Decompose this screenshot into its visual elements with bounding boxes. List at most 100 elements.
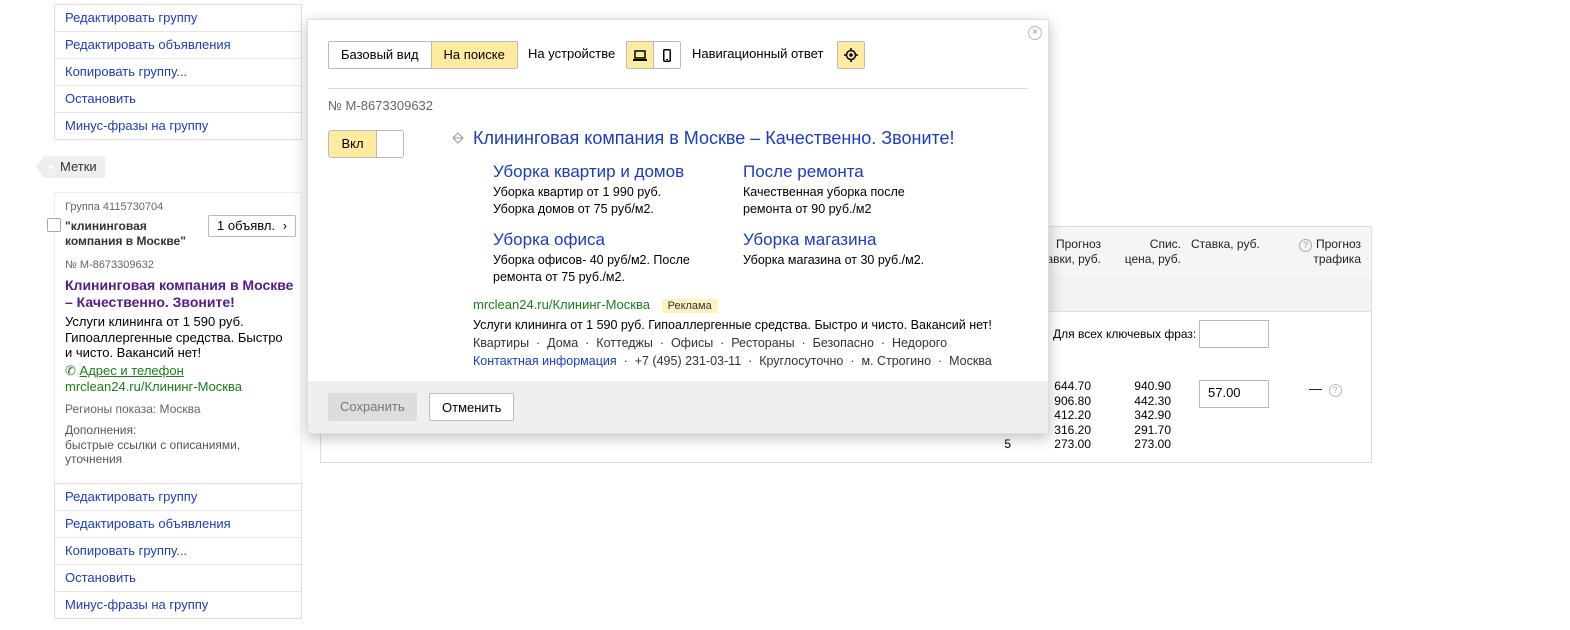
favicon-icon — [452, 132, 464, 144]
sitelink-desc-line: ремонта от 75 руб./м2. — [493, 270, 625, 284]
all-phrases-label: Для всех ключевых фраз: — [1053, 327, 1197, 341]
nav-answer-option[interactable] — [838, 42, 864, 68]
sitelink-title[interactable]: Уборка офиса — [493, 230, 605, 250]
ad-text-line3: и чисто. Вакансий нет! — [65, 345, 202, 360]
sitelink-desc: Уборка квартир от 1 990 руб. Уборка домо… — [493, 184, 718, 218]
group-id: Группа 4115730704 — [65, 201, 164, 213]
divider — [328, 88, 1028, 89]
extras-line1: быстрые ссылки с описаниями, — [65, 437, 241, 452]
menu-copy-group[interactable]: Копировать группу... — [55, 59, 301, 86]
menu-copy-group[interactable]: Копировать группу... — [55, 538, 301, 565]
address-link[interactable]: Адрес и телефон — [80, 363, 184, 378]
display-url[interactable]: mrclean24.ru/Клининг-Москва — [65, 379, 242, 394]
col-traffic-l2: трафика — [1313, 252, 1361, 266]
ad-text-line1: Услуги клининга от 1 590 руб. — [65, 314, 244, 329]
sitelink-desc-line: Уборка магазина от 30 руб./м2. — [743, 253, 925, 267]
menu-edit-ads[interactable]: Редактировать объявления — [55, 32, 301, 59]
ad-title[interactable]: Клининговая компания в Москве – Качестве… — [65, 277, 293, 311]
address-row: ✆ Адрес и телефон — [65, 363, 184, 379]
callouts-row: Квартиры · Дома · Коттеджы · Офисы · Рес… — [473, 336, 948, 350]
working-hours: Круглосуточно — [759, 354, 844, 368]
sitelink-title[interactable]: После ремонта — [743, 162, 864, 182]
phone-icon: ✆ — [65, 363, 76, 378]
tags-button[interactable]: Метки — [36, 156, 105, 178]
help-icon[interactable]: ? — [1298, 239, 1312, 252]
preview-ad-text: Услуги клининга от 1 590 руб. Гипоаллерг… — [473, 318, 992, 332]
preview-display-url[interactable]: mrclean24.ru/Клининг-Москва — [473, 297, 650, 312]
location-target-icon — [844, 48, 858, 62]
list-cell: 342.90 — [1134, 408, 1171, 422]
ad-on-toggle[interactable]: Вкл — [328, 130, 404, 158]
sitelink-title[interactable]: Уборка магазина — [743, 230, 876, 250]
sitelink-desc-line: Уборка домов от 75 руб/м2. — [493, 202, 654, 216]
sitelink-title[interactable]: Уборка квартир и домов — [493, 162, 684, 182]
menu-minus-phrases[interactable]: Минус-фразы на группу — [55, 592, 301, 618]
ad-title-line1: Клининговая компания в Москве — [65, 277, 294, 293]
view-mode-switch: Базовый вид На поиске — [328, 41, 518, 69]
callout: Недорого — [891, 336, 948, 350]
contact-info-link[interactable]: Контактная информация — [473, 354, 617, 368]
ad-number: № M-8673309632 — [65, 259, 154, 271]
ad-preview-popup: × Базовый вид На поиске На устройстве На… — [307, 19, 1049, 434]
group-actions-menu-bottom: Редактировать группу Редактировать объяв… — [54, 483, 302, 619]
desktop-option[interactable] — [627, 42, 653, 68]
extras-label: Дополнения: — [65, 423, 137, 437]
sitelink-desc: Уборка офисов- 40 руб/м2. После ремонта … — [493, 252, 718, 286]
help-icon[interactable]: ? — [1328, 384, 1342, 397]
nav-answer-toggle — [837, 41, 865, 69]
preview-ad-number: № M-8673309632 — [328, 98, 434, 113]
menu-edit-group[interactable]: Редактировать группу — [55, 484, 301, 511]
chevron-right-icon: › — [282, 218, 288, 233]
tag-hole-icon — [49, 165, 53, 169]
menu-stop[interactable]: Остановить — [55, 565, 301, 592]
ads-count-label: 1 объявл. — [217, 218, 276, 233]
laptop-icon — [633, 49, 647, 61]
toggle-on-label: Вкл — [329, 131, 376, 157]
phone-number: +7 (495) 231-03-11 — [634, 354, 742, 368]
group-checkbox[interactable] — [47, 218, 61, 232]
ad-text: Услуги клининга от 1 590 руб. Гипоаллерг… — [65, 314, 283, 361]
group-name-line2: компания в Москве" — [65, 234, 186, 248]
tags-label: Метки — [60, 159, 97, 174]
bid-input[interactable]: 57.00 — [1199, 380, 1269, 408]
sitelink-desc-line: Уборка офисов- 40 руб/м2. После — [493, 253, 690, 267]
callout: Рестораны — [731, 336, 795, 350]
callout: Офисы — [670, 336, 714, 350]
menu-edit-ads[interactable]: Редактировать объявления — [55, 511, 301, 538]
list-cell: 940.90 — [1134, 379, 1171, 393]
mobile-option[interactable] — [653, 42, 680, 68]
list-cell: 442.30 — [1134, 393, 1171, 408]
menu-stop[interactable]: Остановить — [55, 86, 301, 113]
callout: Коттеджы — [596, 336, 653, 350]
nav-answer-label: Навигационный ответ — [692, 46, 824, 61]
menu-edit-group[interactable]: Редактировать группу — [55, 5, 301, 32]
col-list-header: Спис. цена, руб. — [1101, 237, 1181, 267]
sitelink-desc-line: Уборка квартир от 1 990 руб. — [493, 185, 662, 199]
ads-count-button[interactable]: 1 объявл. › — [208, 215, 297, 237]
view-search-option[interactable]: На поиске — [430, 42, 517, 68]
col-traffic-header: ? Прогноз трафика — [1293, 237, 1361, 267]
group-actions-menu-top: Редактировать группу Редактировать объяв… — [54, 4, 302, 140]
col-list-l1: Спис. — [1149, 237, 1181, 251]
ad-text-line2: Гипоаллергенные средства. Быстро — [65, 329, 283, 345]
callout: Дома — [547, 336, 579, 350]
all-phrases-bid-input[interactable] — [1199, 320, 1269, 348]
col-bid-header: Ставка, руб. — [1191, 237, 1260, 251]
col-traffic-l1: Прогноз — [1315, 237, 1361, 251]
city: Москва — [949, 354, 992, 368]
sitelink-desc-line: Качественная уборка после — [743, 185, 905, 199]
menu-minus-phrases[interactable]: Минус-фразы на группу — [55, 113, 301, 139]
contact-row: Контактная информация · +7 (495) 231-03-… — [473, 354, 992, 368]
sitelink-desc: Уборка магазина от 30 руб./м2. — [743, 252, 968, 269]
close-icon[interactable]: × — [1028, 26, 1042, 40]
cancel-button[interactable]: Отменить — [429, 393, 515, 421]
popup-footer: Сохранить Отменить — [308, 381, 1048, 433]
col-list-l2: цена, руб. — [1124, 252, 1181, 266]
forecast-cell: 273.00 — [1054, 437, 1091, 451]
group-card: Группа 4115730704 "клининговая компания … — [47, 192, 302, 483]
save-button[interactable]: Сохранить — [328, 393, 417, 421]
view-basic-option[interactable]: Базовый вид — [329, 42, 431, 68]
regions: Регионы показа: Москва — [65, 402, 201, 416]
preview-ad-title[interactable]: Клининговая компания в Москве – Качестве… — [473, 128, 955, 149]
list-cell: 291.70 — [1134, 422, 1171, 437]
